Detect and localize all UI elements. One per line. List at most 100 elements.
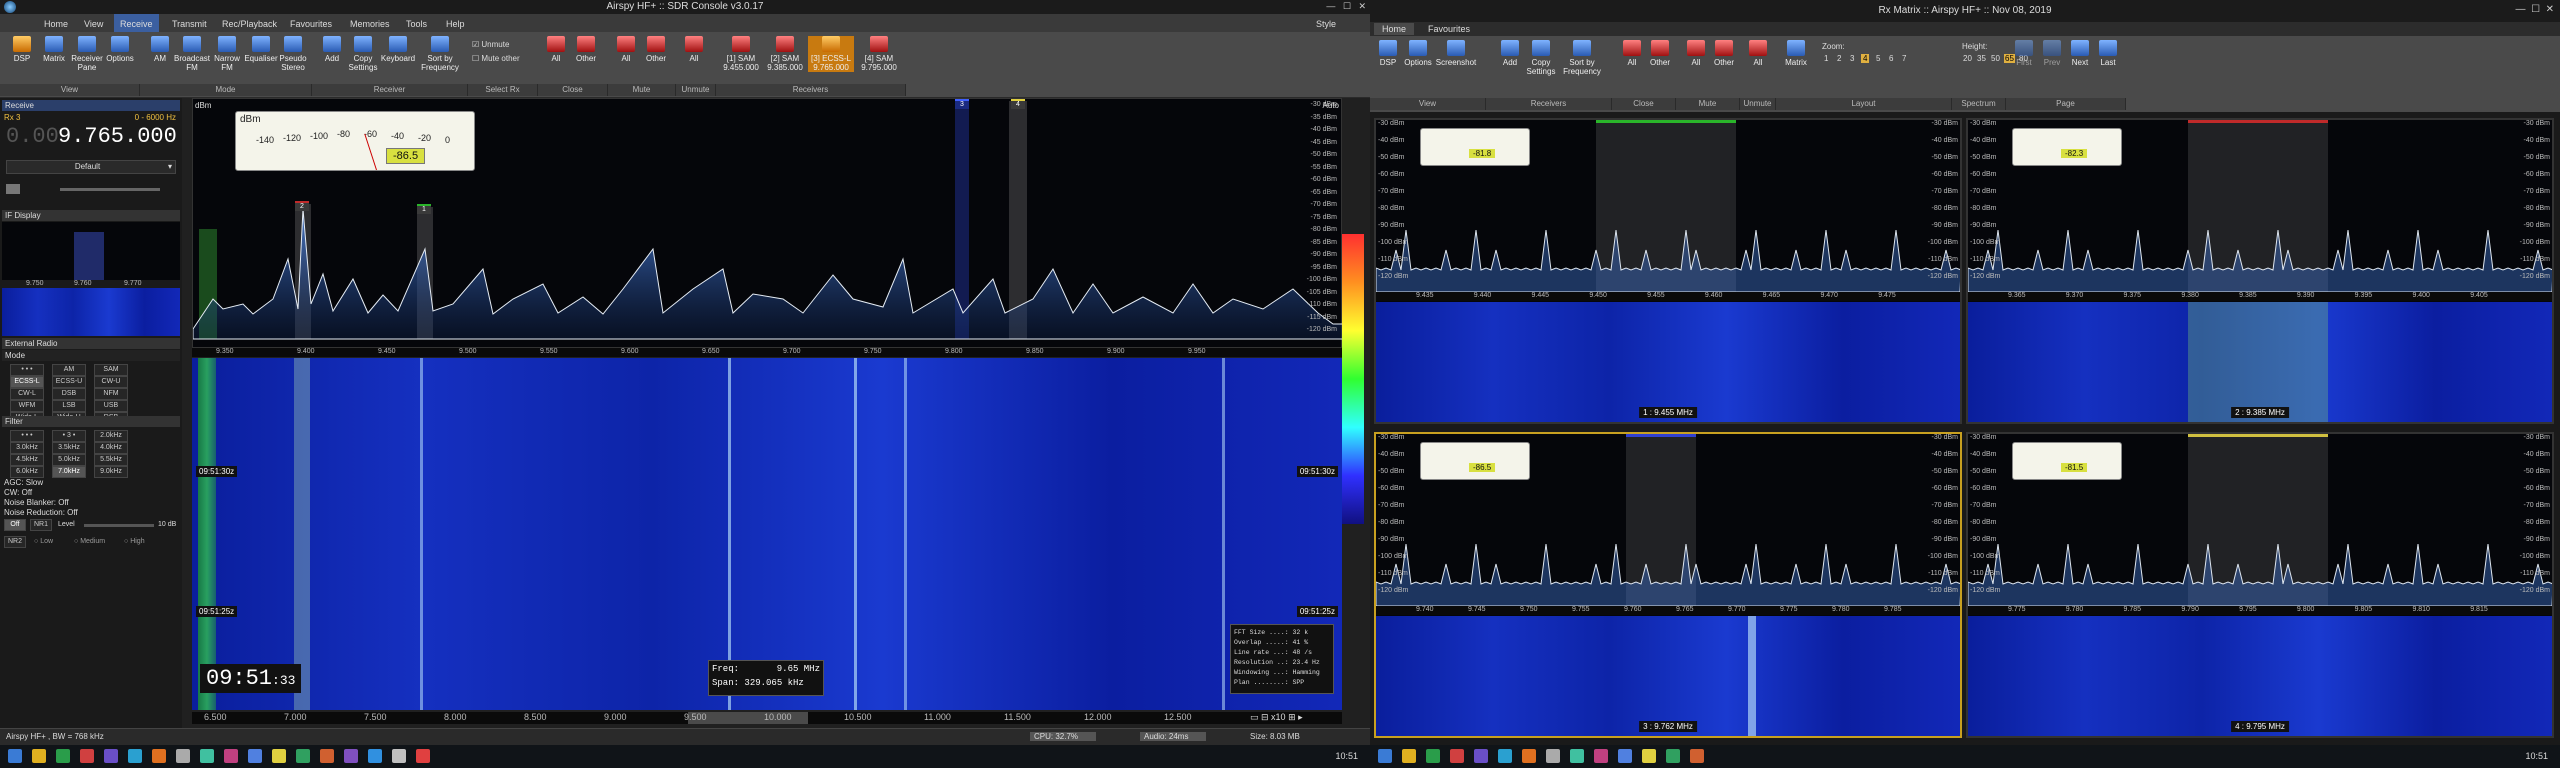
receiver-2-button[interactable]: [2] SAM 9.385.000 [764, 36, 806, 72]
filter-button[interactable]: 4.5kHz [10, 454, 44, 466]
matrix-copy-settings-button[interactable]: Copy Settings [1524, 40, 1558, 76]
mode-button[interactable]: • • • [10, 364, 44, 376]
filter-button[interactable]: 7.0kHz [52, 466, 86, 478]
agc-label[interactable]: AGC: Slow [4, 478, 43, 487]
next-page-button[interactable]: Next [2066, 40, 2094, 67]
rx-marker-2[interactable]: 2 [295, 201, 309, 211]
menu-memories[interactable]: Memories [344, 17, 396, 31]
sort-by-frequency-button[interactable]: Sort by Frequency [418, 36, 462, 72]
copy-settings-button[interactable]: Copy Settings [346, 36, 380, 72]
pseudo-stereo-button[interactable]: Pseudo Stereo [278, 36, 308, 72]
bottom-frequency-axis[interactable]: 6.500 7.000 7.500 8.000 8.500 9.000 9.500 10.00… [192, 712, 1342, 724]
taskbar-app-icon[interactable] [1642, 749, 1656, 763]
taskbar-app-icon[interactable] [224, 749, 238, 763]
mute-other-checkbox[interactable]: ☐ Mute other [472, 54, 520, 63]
matrix-tab-favourites[interactable]: Favourites [1420, 23, 1478, 35]
matrix-panel-1[interactable]: -30 dBm -40 dBm -50 dBm -60 dBm -70 dBm -80 d… [1374, 118, 1962, 424]
close-other-button[interactable]: Other [572, 36, 600, 63]
panel-waterfall[interactable]: 3 : 9.762 MHz [1376, 616, 1960, 736]
mode-button[interactable]: CW-L [10, 388, 44, 400]
panel-waterfall[interactable]: 1 : 9.455 MHz [1376, 302, 1960, 422]
volume-slider[interactable] [60, 188, 160, 191]
noise-reduction-label[interactable]: Noise Reduction: Off [4, 508, 78, 517]
nr1-button[interactable]: NR1 [30, 519, 52, 531]
screenshot-button[interactable]: Screenshot [1434, 40, 1478, 67]
taskbar-app-icon[interactable] [1546, 749, 1560, 763]
mode-button[interactable]: DSB [52, 388, 86, 400]
receiver-pane-button[interactable]: Receiver Pane [70, 36, 104, 72]
zoom-level-option[interactable]: 2 [1835, 54, 1843, 63]
panel-spectrum[interactable]: -30 dBm -40 dBm -50 dBm -60 dBm -70 dBm -80 d… [1968, 434, 2552, 606]
filter-button[interactable]: 5.5kHz [94, 454, 128, 466]
taskbar-app-icon[interactable] [128, 749, 142, 763]
app-logo-icon[interactable] [4, 1, 16, 13]
main-spectrum[interactable]: -30 dBm -35 dBm -40 dBm -45 dBm -50 dBm -55 d… [192, 98, 1343, 348]
taskbar-app-icon[interactable] [1426, 749, 1440, 763]
matrix-unmute-all-button[interactable]: All [1744, 40, 1772, 67]
mute-other-button[interactable]: Other [642, 36, 670, 63]
taskbar-app-icon[interactable] [1690, 749, 1704, 763]
receiver-4-button[interactable]: [4] SAM 9.795.000 [858, 36, 900, 72]
nr-off-button[interactable]: Off [4, 519, 26, 531]
mode-button[interactable]: ECSS-U [52, 376, 86, 388]
matrix-mute-all-button[interactable]: All [1682, 40, 1710, 67]
menu-receive[interactable]: Receive [114, 14, 159, 32]
menu-view[interactable]: View [78, 17, 109, 31]
taskbar-app-icon[interactable] [344, 749, 358, 763]
filter-button[interactable]: 4.0kHz [94, 442, 128, 454]
menu-transmit[interactable]: Transmit [166, 17, 213, 31]
zoom-level-option[interactable]: 6 [1887, 54, 1895, 63]
keyboard-button[interactable]: Keyboard [380, 36, 416, 63]
filter-button[interactable]: 2.0kHz [94, 430, 128, 442]
taskbar-app-icon[interactable] [152, 749, 166, 763]
dsp-button[interactable]: DSP [8, 36, 36, 63]
last-page-button[interactable]: Last [2094, 40, 2122, 67]
matrix-options-button[interactable]: Options [1402, 40, 1434, 67]
taskbar-app-icon[interactable] [1498, 749, 1512, 763]
taskbar-app-icon[interactable] [32, 749, 46, 763]
preset-select[interactable]: Default ▾ [6, 160, 176, 174]
matrix-add-button[interactable]: Add [1496, 40, 1524, 67]
zoom-level-option[interactable]: 7 [1900, 54, 1908, 63]
close-all-button[interactable]: All [542, 36, 570, 63]
mode-button[interactable]: NFM [94, 388, 128, 400]
taskbar-app-icon[interactable] [1522, 749, 1536, 763]
rx-marker-4[interactable]: 4 [1011, 99, 1025, 109]
rx-marker-3[interactable]: 3 [955, 99, 969, 109]
nr-medium-radio[interactable]: ○ Medium [74, 538, 105, 545]
taskbar-app-icon[interactable] [176, 749, 190, 763]
filter-button[interactable]: 3.5kHz [52, 442, 86, 454]
matrix-panel-2[interactable]: -30 dBm -40 dBm -50 dBm -60 dBm -70 dBm -80 d… [1966, 118, 2554, 424]
menu-favourites[interactable]: Favourites [284, 17, 338, 31]
filter-button[interactable]: 9.0kHz [94, 466, 128, 478]
matrix-layout-button[interactable]: Matrix [1780, 40, 1812, 67]
receiver-3-button[interactable]: [3] ECSS-L 9.765.000 [808, 36, 854, 72]
menu-rec-playback[interactable]: Rec/Playback [216, 17, 283, 31]
taskbar-app-icon[interactable] [1378, 749, 1392, 763]
mute-all-button[interactable]: All [612, 36, 640, 63]
filter-button[interactable]: • • • [10, 430, 44, 442]
taskbar-app-icon[interactable] [1450, 749, 1464, 763]
color-scale-bar[interactable] [1342, 234, 1364, 524]
options-button[interactable]: Options [104, 36, 136, 63]
nr-high-radio[interactable]: ○ High [124, 538, 145, 545]
matrix-mute-other-button[interactable]: Other [1710, 40, 1738, 67]
zoom-level-option[interactable]: 4 [1861, 54, 1870, 63]
noise-blanker-label[interactable]: Noise Blanker: Off [4, 498, 69, 507]
broadcast-fm-button[interactable]: Broadcast FM [174, 36, 210, 72]
matrix-sort-button[interactable]: Sort by Frequency [1560, 40, 1604, 76]
main-waterfall[interactable]: 09:51:30z 09:51:30z 09:51:25z 09:51:25z … [192, 358, 1342, 710]
filter-button[interactable]: 6.0kHz [10, 466, 44, 478]
taskbar-clock-left[interactable]: 10:51 [1335, 751, 1358, 761]
auto-scale-button[interactable]: Auto [1323, 101, 1339, 110]
cw-label[interactable]: CW: Off [4, 488, 32, 497]
taskbar-app-icon[interactable] [248, 749, 262, 763]
menu-home[interactable]: Home [38, 17, 74, 31]
taskbar-app-icon[interactable] [80, 749, 94, 763]
filter-button[interactable]: • 3 • [52, 430, 86, 442]
taskbar-app-icon[interactable] [56, 749, 70, 763]
mode-button[interactable]: AM [52, 364, 86, 376]
mode-button[interactable]: CW-U [94, 376, 128, 388]
receiver-1-button[interactable]: [1] SAM 9.455.000 [720, 36, 762, 72]
taskbar-app-icon[interactable] [1402, 749, 1416, 763]
